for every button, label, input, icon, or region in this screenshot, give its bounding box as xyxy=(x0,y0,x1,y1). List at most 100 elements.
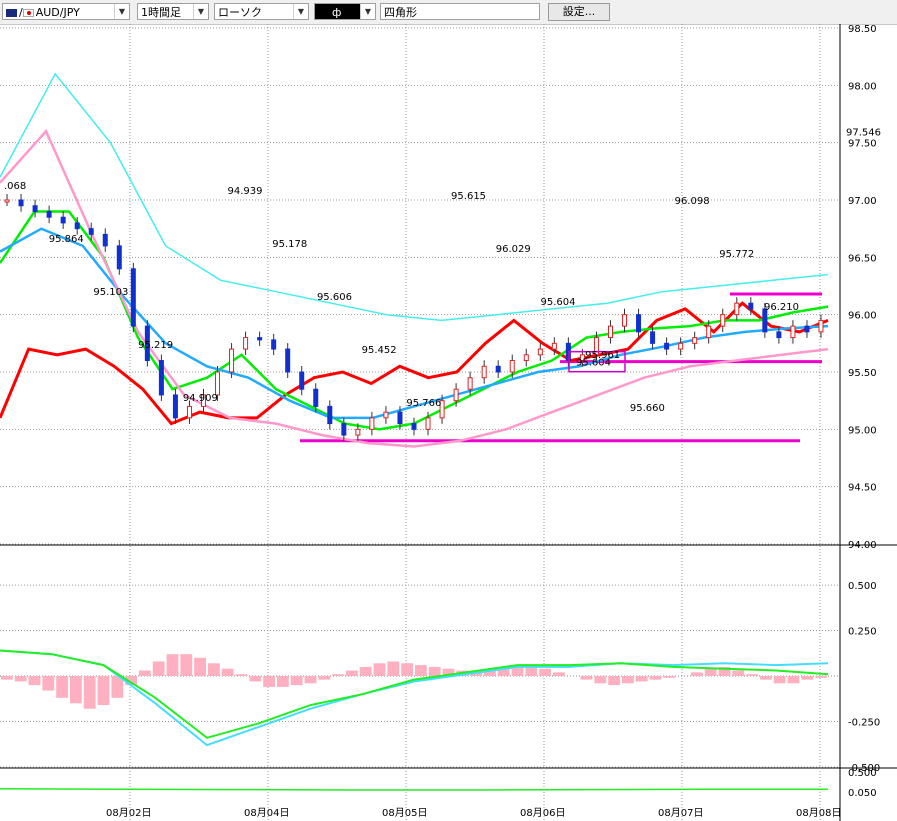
histogram-bar xyxy=(553,672,565,676)
candle-body xyxy=(313,388,319,407)
histogram-bar xyxy=(152,661,165,676)
candle-body xyxy=(678,342,684,350)
histogram-bar xyxy=(180,654,193,676)
histogram-bar xyxy=(277,676,289,687)
histogram-bar xyxy=(387,661,400,676)
candle-body xyxy=(229,348,235,373)
drawing-shape-field[interactable]: 四角形 xyxy=(380,3,540,20)
histogram-bar xyxy=(760,676,772,680)
price-annotation: 94.939 xyxy=(228,186,263,197)
candle-body xyxy=(299,371,305,390)
histogram-bar xyxy=(732,670,745,676)
price-annotation: 95.178 xyxy=(272,239,307,250)
candle-body xyxy=(467,377,473,390)
histogram-bar xyxy=(773,676,786,684)
candle-body xyxy=(607,325,613,339)
histogram-bar xyxy=(415,665,427,676)
price-axis-tick: 96.50 xyxy=(848,253,877,264)
price-axis-tick: 98.50 xyxy=(848,24,877,35)
chart-style-label: ローソク xyxy=(218,6,262,19)
candle-body xyxy=(355,428,361,436)
candle-body xyxy=(116,245,122,270)
drawing-tool-symbol: ф xyxy=(332,6,342,19)
histogram-bar xyxy=(801,676,814,680)
macd-chart xyxy=(0,649,829,791)
symbol-select[interactable]: / AUD/JPY ▼ xyxy=(2,3,130,20)
candle-body xyxy=(636,314,642,333)
series-line xyxy=(0,210,829,431)
aud-flag-icon xyxy=(6,9,17,17)
candle-body xyxy=(102,233,108,247)
drawing-tool-select[interactable]: ф ▼ xyxy=(314,3,376,20)
histogram-bar xyxy=(359,666,372,676)
histogram-bar xyxy=(97,676,110,706)
price-annotation: 95.772 xyxy=(719,249,754,260)
histogram-bar xyxy=(332,674,344,676)
date-axis-label: 08月05日 xyxy=(382,807,427,819)
histogram-bar xyxy=(373,663,386,676)
histogram-bar xyxy=(428,666,441,676)
histogram-bar xyxy=(746,674,758,676)
histogram-bar xyxy=(139,670,151,676)
price-annotation: 95.615 xyxy=(451,191,486,202)
current-price-label: 97.546 xyxy=(846,127,881,138)
price-annotation: 96.210 xyxy=(764,302,799,313)
price-annotation: 95.660 xyxy=(630,403,665,414)
price-axis-tick: 97.50 xyxy=(848,139,877,150)
price-annotation: 95.606 xyxy=(317,292,352,303)
chevron-down-icon[interactable]: ▼ xyxy=(360,4,375,19)
histogram-bar xyxy=(208,663,220,676)
candle-body xyxy=(425,417,431,430)
histogram-bar xyxy=(83,676,96,709)
price-annotation: 95.864 xyxy=(49,234,84,245)
candle-body xyxy=(692,337,698,344)
histogram-bar xyxy=(28,676,41,686)
histogram-bar xyxy=(70,676,82,704)
chevron-down-icon[interactable]: ▼ xyxy=(114,4,129,19)
chevron-down-icon[interactable]: ▼ xyxy=(293,4,308,19)
symbol-label: AUD/JPY xyxy=(35,6,80,19)
price-annotation: 95.766 xyxy=(406,398,441,409)
candle-body xyxy=(537,348,543,356)
price-annotation: 95.103 xyxy=(93,287,128,298)
histogram-bar xyxy=(263,676,275,687)
price-axis-tick: 95.00 xyxy=(848,425,877,436)
histogram-bar xyxy=(787,676,800,684)
toolbar: / AUD/JPY ▼ 1時間足 ▼ ローソク ▼ ф ▼ 四角形 設定... xyxy=(0,0,897,25)
date-axis-label: 08月07日 xyxy=(658,807,703,819)
candle-body xyxy=(32,205,38,212)
candle-body xyxy=(453,388,459,402)
macd-axis-tick: 0.500 xyxy=(848,581,877,592)
price-annotation: 96.029 xyxy=(496,244,531,255)
histogram-bar xyxy=(649,676,662,680)
timeframe-select[interactable]: 1時間足 ▼ xyxy=(137,3,209,20)
candle-body xyxy=(411,423,417,430)
candle-body xyxy=(622,314,628,327)
candle-body xyxy=(18,199,24,207)
candle-body xyxy=(369,417,375,430)
histogram-bar xyxy=(166,654,179,676)
histogram-bar xyxy=(221,668,234,676)
bottom-axis-tick: 0.500 xyxy=(848,768,877,779)
histogram-bar xyxy=(56,676,68,698)
settings-button[interactable]: 設定... xyxy=(548,3,610,21)
candle-body xyxy=(509,360,515,373)
histogram-bar xyxy=(346,670,358,676)
chart-style-select[interactable]: ローソク ▼ xyxy=(214,3,309,20)
price-annotation: 94.909 xyxy=(183,393,218,404)
candle-body xyxy=(748,302,754,310)
candle-body xyxy=(650,331,656,344)
date-axis-label: 08月08日 xyxy=(796,807,841,819)
chart-grid xyxy=(0,24,897,821)
candle-body xyxy=(327,405,333,425)
histogram-bar xyxy=(635,676,648,682)
chevron-down-icon[interactable]: ▼ xyxy=(193,4,208,19)
jpy-flag-icon xyxy=(22,9,34,17)
candle-body xyxy=(186,405,192,419)
histogram-bar xyxy=(304,676,317,684)
candle-body xyxy=(664,342,670,350)
candle-body xyxy=(215,371,221,396)
candle-body xyxy=(383,411,389,419)
bottom-axis-tick: 0.050 xyxy=(848,788,877,799)
drawing-shape-label: 四角形 xyxy=(384,6,417,19)
